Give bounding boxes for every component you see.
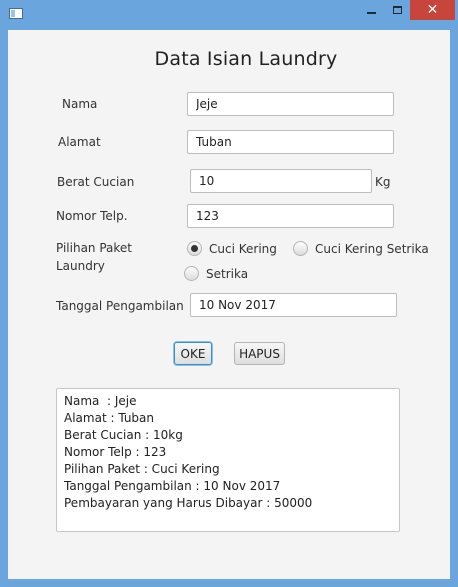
telp-field[interactable]: [187, 204, 394, 228]
radio-label: Setrika: [206, 266, 249, 281]
close-icon: ✕: [426, 2, 439, 18]
minimize-icon: [366, 12, 376, 14]
oke-button[interactable]: OKE: [174, 342, 212, 365]
radio-label: Cuci Kering Setrika: [315, 241, 429, 256]
nama-label: Nama: [62, 97, 98, 111]
output-line: Tanggal Pengambilan : 10 Nov 2017: [64, 479, 281, 493]
radio-unselected-icon: [293, 241, 308, 256]
berat-label: Berat Cucian: [57, 175, 135, 189]
radio-unselected-icon: [184, 266, 199, 281]
radio-selected-icon: [187, 241, 202, 256]
radio-cuci-kering[interactable]: Cuci Kering: [187, 241, 277, 256]
hapus-button[interactable]: HAPUS: [234, 342, 285, 365]
output-line: Pilihan Paket : Cuci Kering: [64, 462, 220, 476]
output-line: Pembayaran yang Harus Dibayar : 50000: [64, 496, 313, 510]
tanggal-label: Tanggal Pengambilan: [56, 299, 184, 313]
page-title: Data Isian Laundry: [154, 48, 338, 70]
paket-label-line1: Pilihan Paket: [56, 241, 133, 255]
berat-field[interactable]: [190, 169, 372, 193]
form-panel: Data Isian Laundry Nama Alamat Berat Cuc…: [8, 30, 450, 579]
alamat-field[interactable]: [187, 130, 394, 154]
output-line: Nama : Jeje: [64, 394, 137, 408]
minimize-button[interactable]: [358, 0, 384, 20]
radio-setrika[interactable]: Setrika: [184, 266, 248, 281]
output-textarea[interactable]: Nama : Jeje Alamat : Tuban Berat Cucian …: [56, 388, 400, 532]
output-line: Berat Cucian : 10kg: [64, 428, 183, 442]
berat-unit: Kg: [375, 175, 391, 189]
alamat-label: Alamat: [58, 135, 101, 149]
tanggal-field[interactable]: [190, 293, 397, 317]
maximize-icon: [392, 6, 402, 14]
close-button[interactable]: ✕: [410, 0, 455, 20]
telp-label: Nomor Telp.: [56, 209, 128, 223]
app-window: ✕ Data Isian Laundry Nama Alamat Berat C…: [0, 0, 458, 587]
paket-label-line2: Laundry: [56, 259, 105, 273]
radio-cuci-kering-setrika[interactable]: Cuci Kering Setrika: [293, 241, 429, 256]
app-icon: [9, 8, 23, 19]
maximize-button[interactable]: [384, 0, 410, 20]
title-bar[interactable]: ✕: [0, 0, 458, 29]
output-line: Nomor Telp : 123: [64, 445, 167, 459]
output-line: Alamat : Tuban: [64, 411, 155, 425]
radio-label: Cuci Kering: [209, 241, 277, 256]
nama-field[interactable]: [187, 92, 394, 116]
